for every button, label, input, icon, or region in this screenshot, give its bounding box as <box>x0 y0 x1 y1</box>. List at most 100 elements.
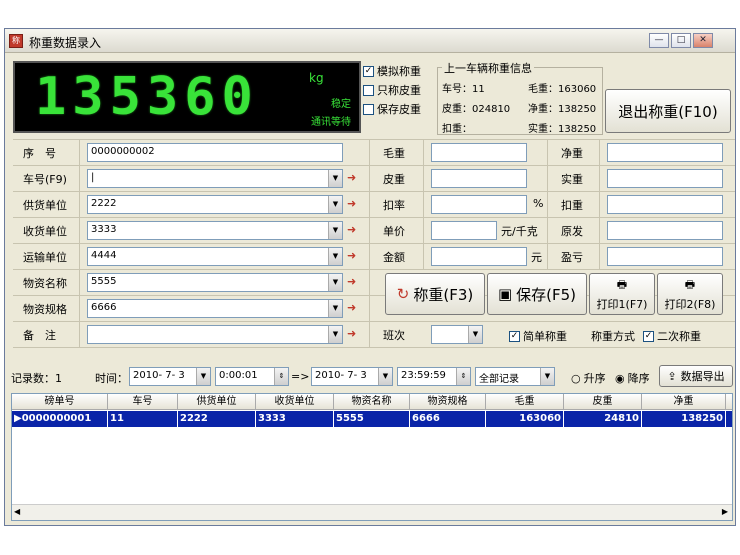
deduct-field[interactable] <box>607 195 723 214</box>
combo-value: 0:00:01 <box>219 370 258 381</box>
price-field[interactable] <box>431 221 497 240</box>
receiver-go-icon[interactable]: ➜ <box>347 223 363 237</box>
chevron-down-icon[interactable]: ▼ <box>468 326 482 343</box>
chevron-down-icon[interactable]: ▼ <box>328 300 342 317</box>
chevron-down-icon[interactable]: ▼ <box>196 368 210 385</box>
second-weigh-checkbox[interactable]: ✓ 二次称重 <box>643 328 701 344</box>
date-from-picker[interactable]: 2010- 7- 3 ▼ <box>129 367 211 386</box>
spinner-icon[interactable]: ⇕ <box>456 368 470 385</box>
serial-field[interactable]: 0000000002 <box>87 143 343 162</box>
combo-value: 23:59:59 <box>401 370 446 381</box>
table-row[interactable]: ▶0000000001 11 2222 3333 5555 6666 163060 24810… <box>12 411 732 427</box>
scroll-left-icon[interactable]: ◀ <box>14 507 20 516</box>
exit-weigh-button[interactable]: 退出称重(F10) <box>605 89 731 133</box>
shift-combo[interactable]: ▼ <box>431 325 483 344</box>
chevron-down-icon[interactable]: ▼ <box>328 326 342 343</box>
horizontal-scrollbar[interactable]: ◀ ▶ <box>12 504 732 520</box>
column-header[interactable]: 物资规格 <box>410 394 486 409</box>
record-scope-select[interactable]: 全部记录 ▼ <box>475 367 555 386</box>
date-to-picker[interactable]: 2010- 7- 3 ▼ <box>311 367 393 386</box>
receiver-combo[interactable]: 3333 ▼ <box>87 221 343 240</box>
print2-button[interactable]: 🖶 打印2(F8) <box>657 273 723 315</box>
transport-go-icon[interactable]: ➜ <box>347 249 363 263</box>
column-header[interactable]: 供货单位 <box>178 394 256 409</box>
chevron-down-icon[interactable]: ▼ <box>328 274 342 291</box>
weigh-button[interactable]: ↻ 称重(F3) <box>385 273 485 315</box>
actual-field[interactable] <box>607 169 723 188</box>
plate-label: 车号(F9) <box>23 173 67 186</box>
stability-status: 稳定 <box>331 99 351 110</box>
plate-combo[interactable]: | ▼ <box>87 169 343 188</box>
remark-go-icon[interactable]: ➜ <box>347 327 363 341</box>
combo-value: 2222 <box>91 198 117 209</box>
combo-value: 全部记录 <box>479 374 519 385</box>
weight-unit: kg <box>309 71 324 85</box>
simulate-weigh-checkbox[interactable]: ✓ 模拟称重 <box>363 63 421 79</box>
group-legend: 上一车辆称重信息 <box>442 60 534 76</box>
supplier-go-icon[interactable]: ➜ <box>347 197 363 211</box>
column-header[interactable]: 收货单位 <box>256 394 334 409</box>
spec-combo[interactable]: 6666 ▼ <box>87 299 343 318</box>
supplier-label: 供货单位 <box>23 199 67 212</box>
save-tare-checkbox[interactable]: 保存皮重 <box>363 101 421 117</box>
actual-label: 实重 <box>561 173 583 186</box>
amount-field[interactable] <box>431 247 527 266</box>
chevron-down-icon[interactable]: ▼ <box>328 248 342 265</box>
column-header[interactable]: 净重 <box>642 394 726 409</box>
gross-field[interactable] <box>431 143 527 162</box>
plate-go-icon[interactable]: ➜ <box>347 171 363 185</box>
time-to-spinner[interactable]: 23:59:59 ⇕ <box>397 367 471 386</box>
scroll-right-icon[interactable]: ▶ <box>722 507 728 516</box>
time-from-spinner[interactable]: 0:00:01 ⇕ <box>215 367 289 386</box>
column-header[interactable]: 毛重 <box>486 394 564 409</box>
checkbox-checked-icon: ✓ <box>509 330 520 342</box>
weight-display: 135360 kg 稳定 通讯等待 <box>13 61 361 133</box>
chevron-down-icon[interactable]: ▼ <box>378 368 392 385</box>
export-data-button[interactable]: ⇪ 数据导出 <box>659 365 733 387</box>
amount-unit: 元 <box>531 251 542 264</box>
table-cell: 163060 <box>486 411 564 427</box>
simple-weigh-checkbox[interactable]: ✓ 简单称重 <box>509 328 567 344</box>
print1-button[interactable]: 🖶 打印1(F7) <box>589 273 655 315</box>
tare-field[interactable] <box>431 169 527 188</box>
last-vehicle-info: 上一车辆称重信息 车号：11 毛重：163060 皮重：024810 净重：13… <box>437 60 603 135</box>
chevron-down-icon[interactable]: ▼ <box>540 368 554 385</box>
spinner-icon[interactable]: ⇕ <box>274 368 288 385</box>
spec-go-icon[interactable]: ➜ <box>347 301 363 315</box>
supplier-combo[interactable]: 2222 ▼ <box>87 195 343 214</box>
ascending-radio[interactable]: ○ 升序 <box>571 370 606 386</box>
last-deduct: 扣重： <box>442 124 472 135</box>
close-button[interactable]: ✕ <box>693 33 713 48</box>
column-header[interactable]: 车号 <box>108 394 178 409</box>
tare-only-checkbox[interactable]: 只称皮重 <box>363 82 421 98</box>
transport-combo[interactable]: 4444 ▼ <box>87 247 343 266</box>
weigh-method-label: 称重方式 <box>591 330 635 343</box>
chevron-down-icon[interactable]: ▼ <box>328 170 342 187</box>
origin-field[interactable] <box>607 221 723 240</box>
minimize-button[interactable]: — <box>649 33 669 48</box>
last-plate: 车号：11 <box>442 84 485 95</box>
range-arrow: => <box>291 370 310 383</box>
remark-combo[interactable]: ▼ <box>87 325 343 344</box>
column-header[interactable]: 物资名称 <box>334 394 410 409</box>
remark-label: 备 注 <box>23 329 56 342</box>
table-cell: 5555 <box>334 411 410 427</box>
maximize-button[interactable]: □ <box>671 33 691 48</box>
surplus-field[interactable] <box>607 247 723 266</box>
material-go-icon[interactable]: ➜ <box>347 275 363 289</box>
button-label: 打印1(F7) <box>596 298 648 311</box>
column-header[interactable]: 皮重 <box>564 394 642 409</box>
button-label: 称重(F3) <box>413 285 474 304</box>
weight-readout: 135360 <box>35 67 259 127</box>
descending-radio[interactable]: ◉ 降序 <box>615 370 650 386</box>
deduct-rate-field[interactable] <box>431 195 527 214</box>
button-label: 退出称重(F10) <box>618 102 718 121</box>
chevron-down-icon[interactable]: ▼ <box>328 222 342 239</box>
save-button[interactable]: ▣ 保存(F5) <box>487 273 587 315</box>
radio-label: 降序 <box>627 372 650 385</box>
net-field[interactable] <box>607 143 723 162</box>
chevron-down-icon[interactable]: ▼ <box>328 196 342 213</box>
checkbox-checked-icon: ✓ <box>643 330 654 342</box>
column-header[interactable]: 磅单号 <box>12 394 108 409</box>
material-combo[interactable]: 5555 ▼ <box>87 273 343 292</box>
